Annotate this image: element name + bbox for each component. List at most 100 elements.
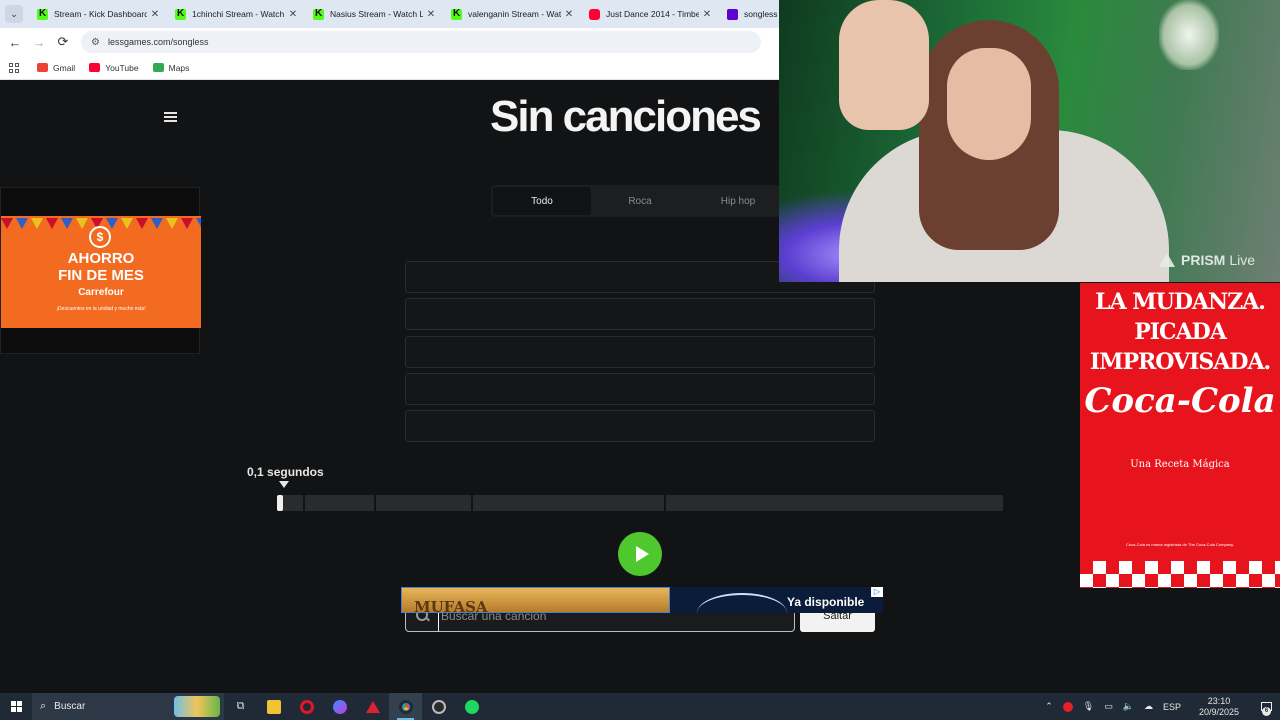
- prism-live: Live: [1229, 252, 1256, 268]
- tab-todo[interactable]: Todo: [493, 187, 591, 215]
- yahoo-icon: [727, 8, 738, 20]
- file-explorer-button[interactable]: [257, 693, 290, 720]
- spotify-button[interactable]: [455, 693, 488, 720]
- menu-icon[interactable]: [164, 112, 177, 122]
- timeline-segment-divider: [303, 495, 305, 511]
- webcam-person-face: [947, 48, 1031, 160]
- timeline-segment-divider: [471, 495, 473, 511]
- spotify-icon: [464, 699, 479, 714]
- ad-line-3: IMPROVISADA.: [1089, 349, 1271, 375]
- microphone-icon[interactable]: 🎙: [1083, 701, 1094, 712]
- chrome-icon: [398, 699, 413, 714]
- tab-hip-hop[interactable]: Hip hop: [689, 187, 787, 215]
- chrome-button[interactable]: [389, 693, 422, 720]
- browser-tab[interactable]: 1chinchi Stream - Watch Live✕: [167, 0, 305, 28]
- browser-tab[interactable]: Nasius Stream - Watch Live✕: [305, 0, 443, 28]
- ad-cta: Ya disponible: [787, 595, 865, 609]
- app-button[interactable]: [356, 693, 389, 720]
- play-button[interactable]: [618, 532, 662, 576]
- gmail-icon: [37, 63, 48, 72]
- apps-grid-icon[interactable]: [9, 62, 19, 73]
- carrefour-ad[interactable]: $ AHORRO FIN DE MES Carrefour ¡Descuento…: [0, 187, 201, 354]
- system-tray: ⌃ 🎙 ▭ 🔈 ☁ ESP 23:10 20/9/2025 6: [1040, 693, 1280, 720]
- mufasa-poster: MUFASA: [401, 587, 670, 613]
- opera-button[interactable]: [290, 693, 323, 720]
- playhead-marker: [279, 481, 289, 488]
- site-info-icon[interactable]: ⚙: [91, 37, 100, 48]
- ad-headline-2: FIN DE MES: [58, 267, 144, 284]
- recording-icon[interactable]: [1062, 701, 1073, 712]
- coca-cola-ad[interactable]: LA MUDANZA. PICADA IMPROVISADA. Coca-Col…: [1080, 283, 1280, 588]
- ad-fine-print: Coca-Cola es marca registrada de The Coc…: [1126, 542, 1234, 547]
- webcam-overlay: PRISM Live: [779, 0, 1280, 282]
- checker-pattern: [1080, 561, 1280, 588]
- browser-tab[interactable]: valenganin Stream - Watch✕: [443, 0, 581, 28]
- close-tab-icon[interactable]: ✕: [147, 9, 163, 20]
- notification-count: 6: [1262, 707, 1271, 716]
- browser-tab[interactable]: songless g: [719, 0, 779, 28]
- close-tab-icon[interactable]: ✕: [285, 9, 301, 20]
- network-icon[interactable]: ▭: [1104, 701, 1113, 712]
- genre-tabs: Todo Roca Hip hop: [491, 185, 791, 217]
- obs-icon: [431, 699, 446, 714]
- browser-tab[interactable]: Stream - Kick Dashboard✕: [29, 0, 167, 28]
- bookmark-label: Gmail: [53, 62, 76, 73]
- prism-logo-icon: [1159, 253, 1175, 267]
- url-text: lessgames.com/songless: [107, 37, 209, 47]
- kick-icon: [37, 8, 48, 20]
- search-highlight-image: [174, 696, 220, 717]
- close-tab-icon[interactable]: ✕: [699, 9, 715, 20]
- guess-slot-3: [405, 336, 875, 368]
- ad-choices-icon[interactable]: ▷: [871, 587, 883, 597]
- prism-brand: PRISM: [1181, 252, 1226, 268]
- ad-brand: Carrefour: [78, 287, 124, 298]
- kick-icon: [451, 8, 462, 20]
- guess-slot-5: [405, 410, 875, 442]
- bookmark-gmail[interactable]: Gmail: [37, 63, 75, 73]
- opera-icon: [299, 699, 314, 714]
- play-icon: [635, 546, 649, 562]
- taskbar-search-label: Buscar: [54, 701, 86, 712]
- page-title: Sin canciones: [490, 92, 762, 141]
- messenger-button[interactable]: [323, 693, 356, 720]
- tab-title: songless g: [744, 9, 779, 19]
- notification-center-button[interactable]: 6: [1252, 693, 1280, 720]
- volume-icon[interactable]: 🔈: [1123, 701, 1134, 712]
- tab-roca[interactable]: Roca: [591, 187, 689, 215]
- bookmark-youtube[interactable]: YouTube: [89, 62, 139, 73]
- taskbar-clock[interactable]: 23:10 20/9/2025: [1194, 696, 1244, 718]
- ad-subtitle: Una Receta Mágica: [1130, 459, 1230, 470]
- cloud-icon[interactable]: ☁: [1144, 701, 1153, 712]
- language-indicator[interactable]: ESP: [1163, 702, 1181, 712]
- disney-ad[interactable]: MUFASA Ya disponible ▷: [401, 587, 883, 613]
- clock-date: 20/9/2025: [1198, 706, 1239, 717]
- prism-live-watermark: PRISM Live: [1159, 252, 1255, 268]
- back-button[interactable]: ←: [3, 35, 27, 50]
- guess-slot-2: [405, 298, 875, 330]
- ad-fine-print: ¡Descuentos en la unidad y mucho más!: [56, 306, 146, 312]
- tab-search-button[interactable]: ⌄: [5, 5, 23, 23]
- coin-icon: $: [89, 226, 111, 248]
- bookmark-label: YouTube: [105, 62, 139, 73]
- disney-arc-logo: [697, 593, 787, 613]
- start-button[interactable]: [0, 693, 32, 720]
- close-tab-icon[interactable]: ✕: [561, 9, 577, 20]
- search-icon: ⌕: [40, 700, 47, 712]
- obs-button[interactable]: [422, 693, 455, 720]
- clip-timeline: [277, 495, 1003, 511]
- timeline-segment-divider: [374, 495, 376, 511]
- forward-button[interactable]: →: [27, 35, 51, 50]
- url-omnibox[interactable]: ⚙ lessgames.com/songless: [81, 31, 761, 53]
- close-tab-icon[interactable]: ✕: [423, 9, 439, 20]
- ad-line-1: LA MUDANZA.: [1095, 289, 1266, 315]
- reload-button[interactable]: ⟳: [51, 34, 75, 50]
- chevron-up-icon[interactable]: ⌃: [1045, 701, 1053, 712]
- ad-line-2: PICADA: [1134, 319, 1227, 345]
- task-view-button[interactable]: ⧉: [224, 693, 257, 720]
- taskbar-search[interactable]: ⌕ Buscar: [32, 693, 224, 720]
- browser-tab[interactable]: Just Dance 2014 - Timber ✕: [581, 0, 719, 28]
- tab-title: Just Dance 2014 - Timber: [606, 9, 699, 19]
- triangle-app-icon: [365, 700, 380, 713]
- bookmark-maps[interactable]: Maps: [152, 63, 189, 73]
- tab-title: 1chinchi Stream - Watch Live: [192, 9, 285, 19]
